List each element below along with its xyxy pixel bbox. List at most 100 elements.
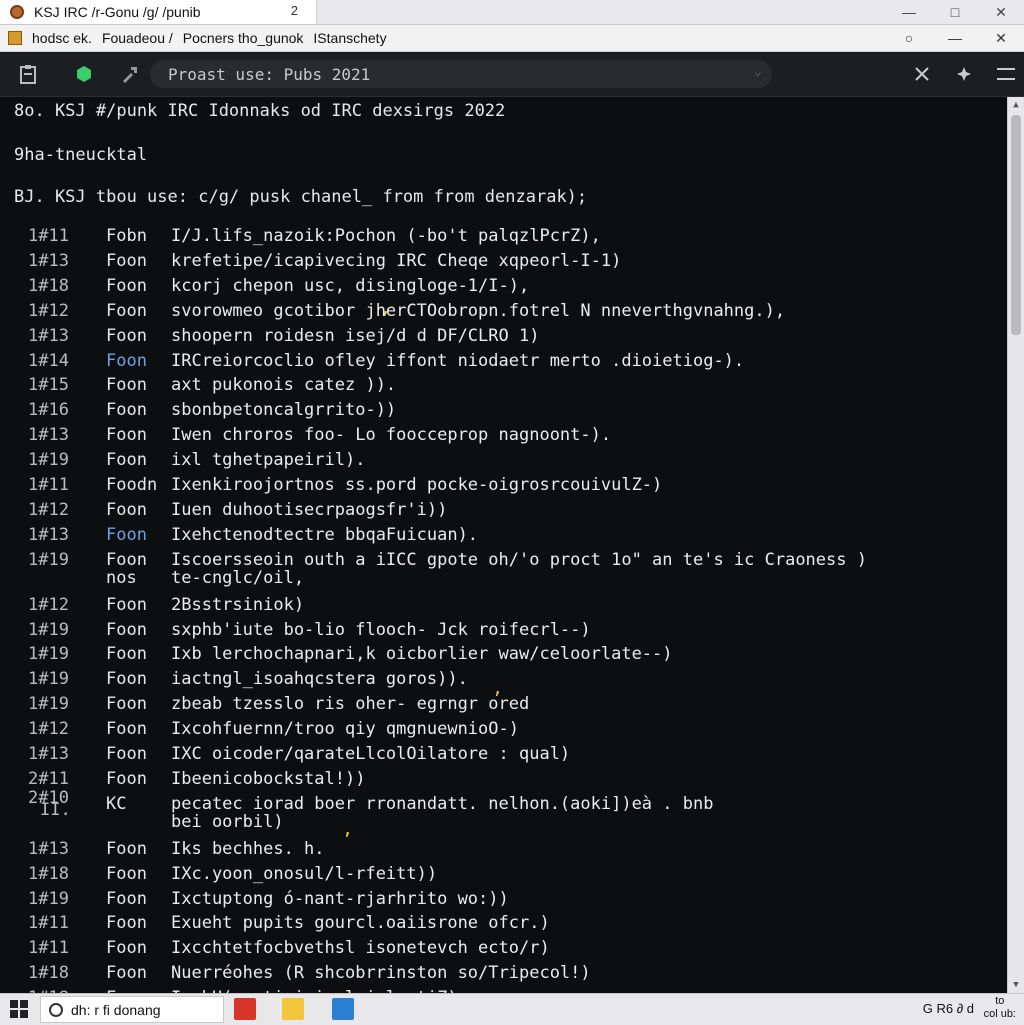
scroll-down-icon[interactable]: ▼ — [1008, 977, 1024, 993]
menu-item-1[interactable]: hodsc ek. — [32, 30, 92, 46]
message-row[interactable]: 1#18 Foon Nuerréohes (R shcobrrinston so/T… — [0, 963, 1008, 988]
message-nick[interactable]: Foon — [106, 913, 147, 933]
menu-item-4[interactable]: IStanschety — [313, 30, 386, 46]
message-text: Nuerréohes (R shcobrrinston so/Tripecol!… — [171, 963, 591, 984]
message-row[interactable]: 1#11 Fobn I/J.lifs_nazoik:Pochon (-bo't pa… — [0, 226, 1008, 251]
message-text: Ixenkiroojortnos ss.pord pocke-oigrosrco… — [171, 475, 663, 495]
message-nick[interactable]: Foon — [106, 864, 147, 884]
system-tray[interactable]: G R6 ∂ d — [923, 1001, 974, 1016]
message-row[interactable]: 1#18 Foon kcorj chepon usc, disingloge-1/I… — [0, 276, 1008, 301]
chevron-down-icon[interactable]: ⌄ — [754, 63, 762, 79]
message-text: pecatec iorad boer rronandatt. nelhon.(a… — [171, 793, 714, 814]
message-row[interactable]: 1#12 Foon Ixcohfuernn/troo qiy qmgnuewnioO… — [0, 719, 1008, 744]
message-nick[interactable]: Foon — [106, 251, 147, 271]
clipboard-icon[interactable] — [14, 52, 42, 96]
message-row[interactable]: 1#13 Foon krefetipe/icapivecing IRC Cheqe … — [0, 251, 1008, 276]
taskbar-search-input[interactable]: dh: r fi donang — [40, 996, 224, 1023]
menu-minimize-button[interactable]: — — [932, 25, 978, 51]
message-row[interactable]: 1#13 Foon IXC oicoder/qarateLlcolOilatore … — [0, 744, 1008, 769]
message-nick[interactable]: Foon — [106, 744, 147, 764]
message-row[interactable]: 1#19 Foon sxphb'iute bo-lio flooch- Jck ro… — [0, 620, 1008, 645]
search-input[interactable]: Proast use: Pubs 2021 ⌄ — [150, 60, 772, 88]
message-row[interactable]: 2#11 Foon Ibeenicobockstal!)) — [0, 769, 1008, 794]
app-red-icon[interactable] — [234, 998, 256, 1020]
message-row[interactable]: 1#11 Foon Exueht pupits gourcl.oaiisrone o… — [0, 913, 1008, 938]
message-nick[interactable]: Foon — [106, 889, 147, 909]
minimize-button[interactable]: — — [886, 0, 932, 24]
add-icon[interactable] — [950, 52, 978, 96]
folder-app-icon[interactable] — [282, 998, 304, 1020]
message-nick[interactable]: Foon — [106, 694, 147, 714]
message-nick[interactable]: KC — [106, 794, 126, 814]
maximize-button[interactable]: □ — [932, 0, 978, 24]
message-row[interactable]: 1#19 Foon Ixctuptong ó-nant-rjarhrito wo:)… — [0, 889, 1008, 914]
start-icon[interactable] — [10, 1000, 28, 1018]
message-row[interactable]: 1#13 Foon Iks bechhes. h. — [0, 839, 1008, 864]
close-button[interactable]: ✕ — [978, 0, 1024, 24]
message-text: ixl tghetpapeiril). — [171, 450, 366, 471]
message-nick[interactable]: Foon — [106, 351, 147, 371]
more-icon[interactable] — [908, 52, 936, 96]
scroll-up-icon[interactable]: ▲ — [1008, 97, 1024, 113]
menu-item-3[interactable]: Pocners tho_gunok — [183, 30, 304, 46]
message-nick[interactable]: Foon — [106, 669, 147, 689]
tab-badge[interactable]: 2 — [291, 3, 298, 18]
message-nick[interactable]: Foon — [106, 301, 147, 321]
browser-tab[interactable]: KSJ IRC /r-Gonu /g/ /punib 2 — [0, 0, 317, 24]
message-row[interactable]: 1#19 Foon zbeab tzesslo ris oher- egrngr o… — [0, 694, 1008, 719]
message-row[interactable]: 1#12 Foon svorowmeo gcotibor jherCTOobropn… — [0, 301, 1008, 326]
message-nick[interactable]: Foon — [106, 425, 147, 445]
message-row[interactable]: 2#10 KC pecatec iorad boer rronandatt. nel… — [0, 788, 1008, 832]
message-row[interactable]: 1#19 Foon ixl tghetpapeiril). — [0, 450, 1008, 475]
message-row[interactable]: 1#16 Foon sbonbpetoncalgrrito-)) — [0, 400, 1008, 425]
message-nick[interactable]: Foon — [106, 769, 147, 789]
clock[interactable]: to col ub: — [984, 995, 1016, 1021]
menu-icon[interactable] — [992, 52, 1020, 96]
message-line-number: 1#18 — [28, 275, 69, 296]
scroll-thumb[interactable] — [1011, 115, 1021, 335]
message-nick[interactable]: Foon — [106, 500, 147, 520]
message-nick[interactable]: Foon — [106, 963, 147, 983]
menu-circle-button[interactable]: ○ — [886, 25, 932, 51]
message-nick[interactable]: Foon — [106, 400, 147, 420]
message-row[interactable]: 1#12 Foon Iuen duhootisecrpaogsfr'i)) — [0, 500, 1008, 525]
message-nick[interactable]: Foon — [106, 620, 147, 640]
message-text: zbeab tzesslo ris oher- egrngr ored — [171, 694, 530, 715]
message-row[interactable]: 1#14 Foon IRCreiorcoclio ofley iffont niod… — [0, 351, 1008, 376]
message-row[interactable]: 1#11 Foon Ixcchtetfocbvethsl isonetevch ec… — [0, 938, 1008, 963]
message-nick[interactable]: Foon — [106, 450, 147, 470]
message-nick[interactable]: Foon — [106, 719, 147, 739]
message-row[interactable]: 1#15 Foon axt pukonois catez )). — [0, 375, 1008, 400]
scrollbar[interactable]: ▲ ▼ — [1007, 97, 1024, 993]
menu-close-button[interactable]: ✕ — [978, 25, 1024, 51]
message-line-number: 1#12 — [28, 719, 69, 740]
message-nick[interactable]: Foon — [106, 595, 147, 615]
search-text: Proast use: Pubs 2021 — [168, 64, 371, 84]
chat-log[interactable]: 8o. KSJ #/punk IRC Idonnaks od IRC dexsi… — [0, 97, 1008, 993]
message-row[interactable]: 1#19 Foon Iscoersseoin outh a iICC gpote o… — [0, 550, 1008, 588]
log-header-subtitle: 9ha-tneucktal — [14, 145, 148, 165]
message-line-number: 2#11 — [28, 768, 69, 789]
message-row[interactable]: 1#19 Foon iactngl_isoahqcstera goros)). — [0, 669, 1008, 694]
message-nick[interactable]: Foon — [106, 938, 147, 958]
message-row[interactable]: 1#11 Foodn Ixenkiroojortnos ss.pord pocke-… — [0, 475, 1008, 500]
message-row[interactable]: 1#18 Foon IXc.yoon_onosul/l-rfeitt)) — [0, 864, 1008, 889]
message-row[interactable]: 1#13 Foon Ixehctenodtectre bbqaFuicuan). — [0, 525, 1008, 550]
menu-item-2[interactable]: Fouadeou / — [102, 30, 173, 46]
message-nick[interactable]: Foon — [106, 550, 147, 570]
tools-icon[interactable] — [116, 52, 144, 96]
message-nick[interactable]: Foodn — [106, 475, 157, 495]
message-nick[interactable]: Foon — [106, 839, 147, 859]
store-app-icon[interactable] — [332, 998, 354, 1020]
message-nick[interactable]: Foon — [106, 375, 147, 395]
message-row[interactable]: 1#13 Foon Iwen chroros foo- Lo foocceprop … — [0, 425, 1008, 450]
connect-icon[interactable] — [70, 52, 98, 96]
message-nick[interactable]: Foon — [106, 276, 147, 296]
message-nick[interactable]: Foon — [106, 525, 147, 545]
message-row[interactable]: 1#12 Foon 2Bsstrsiniok) — [0, 595, 1008, 620]
message-nick[interactable]: Fobn — [106, 226, 147, 246]
message-nick[interactable]: Foon — [106, 326, 147, 346]
message-row[interactable]: 1#13 Foon shoopern roidesn isej/d d DF/CLR… — [0, 326, 1008, 351]
message-row[interactable]: 1#19 Foon Ixb lerchochapnari,k oicborlier … — [0, 644, 1008, 669]
message-nick[interactable]: Foon — [106, 644, 147, 664]
